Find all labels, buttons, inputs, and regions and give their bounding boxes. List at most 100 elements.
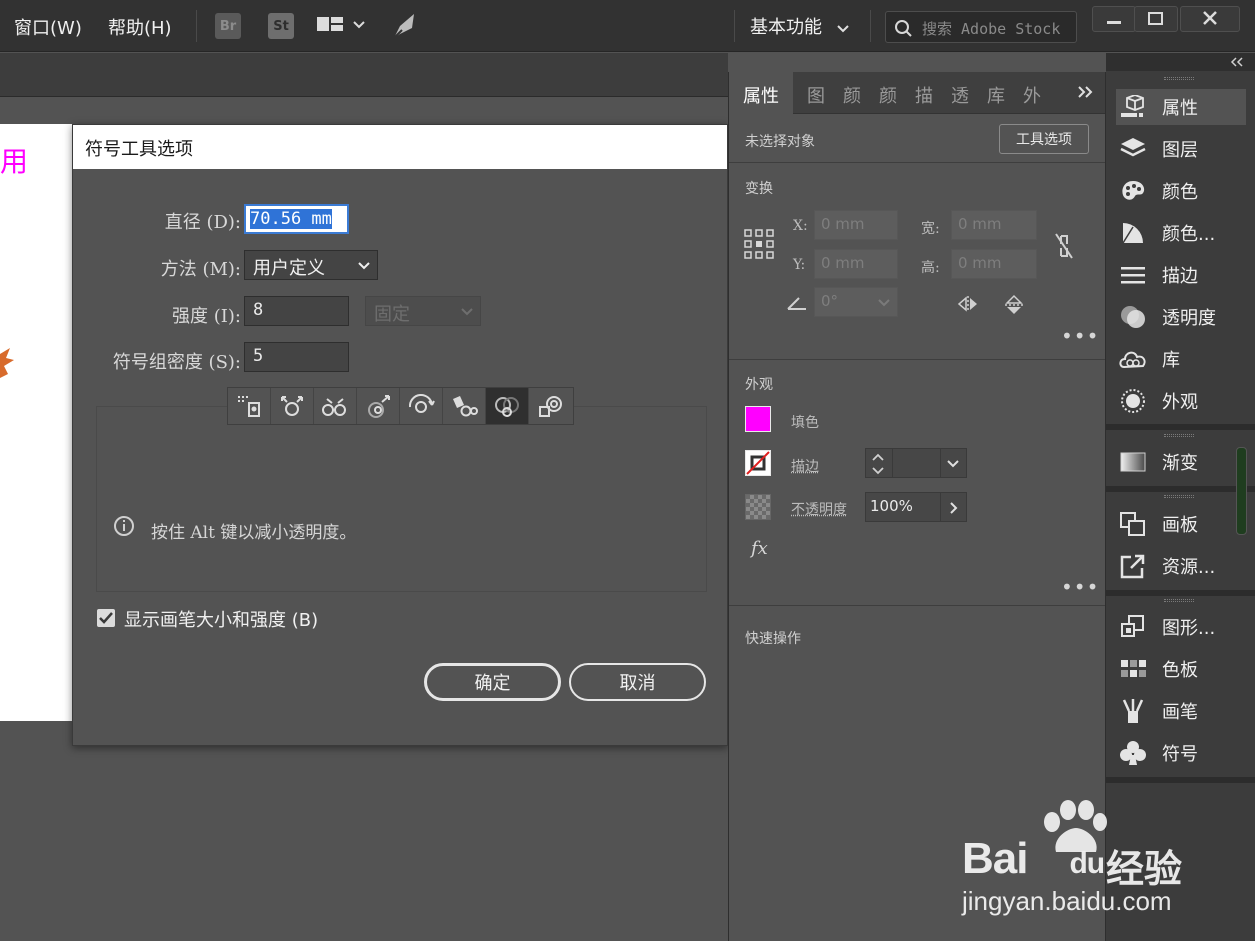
symbol-shifter-tool[interactable] xyxy=(271,388,314,424)
baidu-jingyan-watermark: Bai du 经验 jingyan.baidu.com xyxy=(960,800,1250,930)
dock-item-transparency[interactable]: 透明度 xyxy=(1116,299,1246,335)
dock-item-layers[interactable]: 图层 xyxy=(1116,131,1246,167)
dock-item-gradient[interactable]: 渐变 xyxy=(1116,444,1246,480)
transform-title: 变换 xyxy=(745,181,773,197)
more-appearance-options-icon[interactable]: ••• xyxy=(1061,575,1099,599)
method-select[interactable]: 用户定义 xyxy=(244,250,378,280)
graphic-styles-icon xyxy=(1116,613,1150,641)
tab-stroke[interactable]: 描 xyxy=(915,82,933,108)
dock-item-color-guide[interactable]: 颜色... xyxy=(1116,215,1246,251)
density-input[interactable]: 5 xyxy=(244,342,349,372)
dock-grip[interactable] xyxy=(1164,77,1194,80)
constrain-proportions-icon[interactable] xyxy=(1053,232,1075,264)
minimize-button[interactable] xyxy=(1092,6,1136,32)
tab-color[interactable]: 颜 xyxy=(843,82,861,108)
arrange-documents-button[interactable] xyxy=(316,14,370,38)
dock-item-appearance[interactable]: 外观 xyxy=(1116,383,1246,419)
stroke-label[interactable]: 描边 xyxy=(791,456,819,476)
width-label: 宽: xyxy=(921,221,940,237)
scroll-indicator[interactable] xyxy=(1236,447,1247,535)
quick-actions-title: 快速操作 xyxy=(745,631,801,647)
menu-window[interactable]: 窗口(W) xyxy=(14,14,82,40)
dock-grip[interactable] xyxy=(1164,495,1194,498)
dock-label: 描边 xyxy=(1162,266,1198,287)
stock-search-input[interactable]: 搜索 Adobe Stock xyxy=(885,11,1077,43)
dock-item-libraries[interactable]: 库 xyxy=(1116,341,1246,377)
tab-layers[interactable]: 图 xyxy=(807,82,825,108)
dock-label: 色板 xyxy=(1162,660,1198,681)
symbol-scruncher-tool[interactable] xyxy=(314,388,357,424)
workspace-label: 基本功能 xyxy=(750,17,822,38)
close-window-button[interactable] xyxy=(1180,6,1240,32)
chevron-right-icon xyxy=(950,502,958,514)
dock-label: 画板 xyxy=(1162,515,1198,536)
flip-vertical-icon[interactable] xyxy=(1003,294,1025,320)
dock-item-graphic-styles[interactable]: 图形... xyxy=(1116,609,1246,645)
rotate-angle-value: 0° xyxy=(821,292,839,310)
symbol-spinner-tool[interactable] xyxy=(400,388,443,424)
dock-item-color[interactable]: 颜色 xyxy=(1116,173,1246,209)
dock-item-symbols[interactable]: 符号 xyxy=(1116,735,1246,771)
dock-item-asset-export[interactable]: 资源... xyxy=(1116,548,1246,584)
y-input[interactable]: 0 mm xyxy=(814,249,898,279)
bridge-app-button[interactable]: Br xyxy=(215,13,241,39)
menu-help[interactable]: 帮助(H) xyxy=(108,14,172,40)
cancel-button[interactable]: 取消 xyxy=(569,663,706,701)
symbol-spinner-icon xyxy=(408,393,435,413)
opacity-label[interactable]: 不透明度 xyxy=(791,499,847,519)
libraries-icon xyxy=(1116,345,1150,373)
symbol-stainer-tool[interactable] xyxy=(443,388,486,424)
symbol-sizer-tool[interactable] xyxy=(357,388,400,424)
fx-button[interactable]: fx xyxy=(751,538,768,559)
intensity-input[interactable]: 8 xyxy=(244,296,349,326)
dock-item-stroke[interactable]: 描边 xyxy=(1116,257,1246,293)
stepper-icon xyxy=(872,453,884,475)
dock-item-swatches[interactable]: 色板 xyxy=(1116,651,1246,687)
reference-point-icon[interactable] xyxy=(744,229,774,263)
stroke-weight-field[interactable] xyxy=(865,448,967,478)
maximize-button[interactable] xyxy=(1134,6,1178,32)
dock-grip[interactable] xyxy=(1164,599,1194,602)
search-placeholder: 搜索 Adobe Stock xyxy=(922,20,1061,38)
more-transform-options-icon[interactable]: ••• xyxy=(1061,324,1099,348)
watermark-brand-right: du xyxy=(1069,847,1105,880)
stock-app-button[interactable]: St xyxy=(268,13,294,39)
tab-libraries[interactable]: 库 xyxy=(987,82,1005,108)
tab-color-guide[interactable]: 颜 xyxy=(879,82,897,108)
collapse-dock-icon xyxy=(1230,57,1243,67)
tab-appearance[interactable]: 外 xyxy=(1023,82,1041,108)
symbol-styler-tool[interactable] xyxy=(529,388,572,424)
chevron-down-icon xyxy=(358,262,370,270)
rotate-angle-icon xyxy=(785,294,809,316)
symbol-sprayer-tool[interactable] xyxy=(228,388,271,424)
maximize-icon xyxy=(1148,12,1163,25)
appearance-icon xyxy=(1116,387,1150,415)
dock-group-divider xyxy=(1106,590,1255,596)
fill-swatch[interactable] xyxy=(745,406,771,432)
dock-item-artboards[interactable]: 画板 xyxy=(1116,506,1246,542)
show-brush-checkbox[interactable] xyxy=(97,609,115,627)
width-input[interactable]: 0 mm xyxy=(951,210,1037,240)
dock-label: 属性 xyxy=(1162,98,1198,119)
x-input[interactable]: 0 mm xyxy=(814,210,898,240)
gpu-performance-button[interactable] xyxy=(390,12,420,40)
chevron-down-icon xyxy=(836,17,850,38)
rotate-angle-select[interactable]: 0° xyxy=(814,287,898,317)
tab-properties[interactable]: 属性 xyxy=(743,82,779,108)
ok-button[interactable]: 确定 xyxy=(424,663,561,701)
tab-transparency[interactable]: 透 xyxy=(951,82,969,108)
flip-horizontal-icon[interactable] xyxy=(957,294,981,318)
dock-group-divider xyxy=(1106,424,1255,430)
dock-item-brushes[interactable]: 画笔 xyxy=(1116,693,1246,729)
tool-options-button[interactable]: 工具选项 xyxy=(999,124,1089,154)
symbol-screener-tool[interactable] xyxy=(486,388,529,424)
workspace-switcher[interactable]: 基本功能 xyxy=(750,13,850,39)
opacity-field[interactable]: 100% xyxy=(865,492,967,522)
stroke-swatch[interactable] xyxy=(745,450,771,476)
dock-grip[interactable] xyxy=(1164,434,1194,437)
chevron-down-icon xyxy=(461,308,473,316)
diameter-input[interactable]: 70.56 mm xyxy=(244,204,349,234)
more-tabs-icon[interactable] xyxy=(1077,84,1095,104)
dock-item-properties[interactable]: 属性 xyxy=(1116,89,1246,125)
height-input[interactable]: 0 mm xyxy=(951,249,1037,279)
